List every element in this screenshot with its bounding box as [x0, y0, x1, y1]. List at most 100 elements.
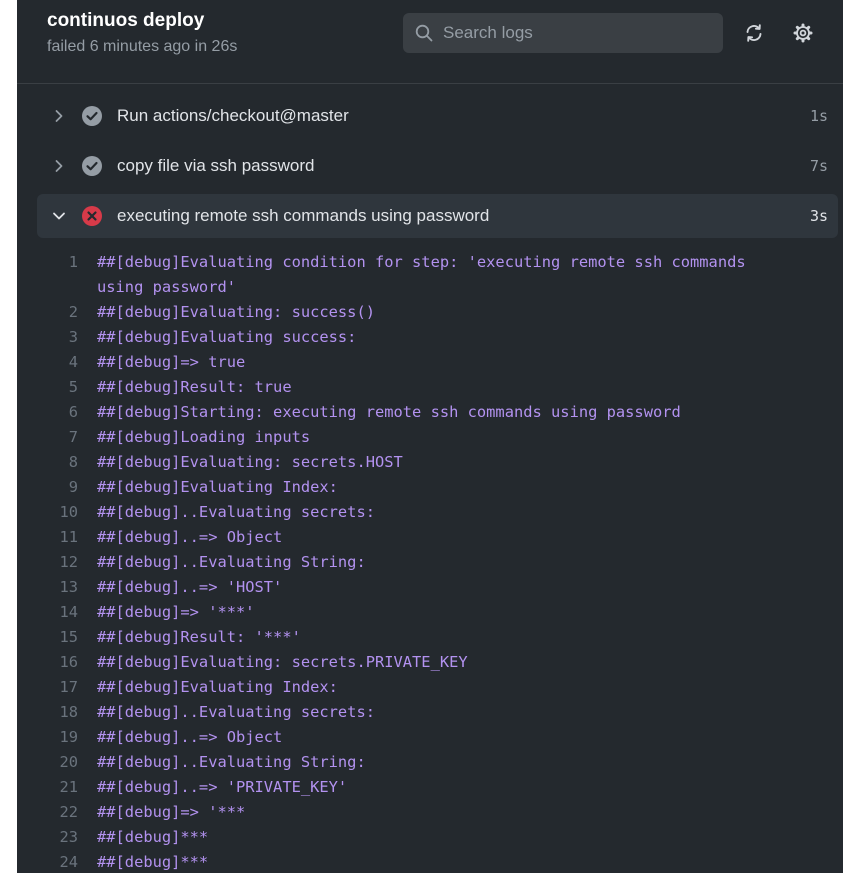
log-line: 2 ##[debug]Evaluating: success() — [17, 300, 843, 325]
step-name: copy file via ssh password — [117, 156, 315, 175]
log-line: 7 ##[debug]Loading inputs — [17, 425, 843, 450]
line-number[interactable]: 16 — [17, 650, 97, 675]
job-header: continuos deploy failed 6 minutes ago in… — [17, 0, 843, 84]
log-line: 5 ##[debug]Result: true — [17, 375, 843, 400]
line-number[interactable]: 13 — [17, 575, 97, 600]
log-text: ##[debug]..Evaluating secrets: — [97, 503, 375, 521]
log-text: ##[debug]Result: true — [97, 378, 292, 396]
log-text: ##[debug]Result: '***' — [97, 628, 301, 646]
line-number[interactable]: 1 — [17, 250, 97, 300]
log-line: 20 ##[debug]..Evaluating String: — [17, 750, 843, 775]
line-number[interactable]: 8 — [17, 450, 97, 475]
log-line: 6 ##[debug]Starting: executing remote ssh… — [17, 400, 843, 425]
log-line: 12 ##[debug]..Evaluating String: — [17, 550, 843, 575]
line-number[interactable]: 20 — [17, 750, 97, 775]
line-number[interactable]: 11 — [17, 525, 97, 550]
step-row-copy-file[interactable]: copy file via ssh password 7s — [37, 144, 838, 188]
line-number[interactable]: 3 — [17, 325, 97, 350]
log-line: 11 ##[debug]..=> Object — [17, 525, 843, 550]
log-text: ##[debug]*** — [97, 828, 209, 846]
log-text: ##[debug]=> true — [97, 353, 246, 371]
log-line: 23 ##[debug]*** — [17, 825, 843, 850]
log-text: ##[debug]Evaluating condition for step: … — [97, 253, 755, 296]
log-line: 22 ##[debug]=> '*** — [17, 800, 843, 825]
line-number[interactable]: 5 — [17, 375, 97, 400]
log-line: 16 ##[debug]Evaluating: secrets.PRIVATE_K… — [17, 650, 843, 675]
step-row-remote-ssh[interactable]: executing remote ssh commands using pass… — [37, 194, 838, 238]
refresh-icon — [746, 24, 762, 42]
log-output: 1 ##[debug]Evaluating condition for step:… — [17, 250, 843, 873]
line-number[interactable]: 23 — [17, 825, 97, 850]
log-line: 24 ##[debug]*** — [17, 850, 843, 873]
line-number[interactable]: 4 — [17, 350, 97, 375]
chevron-down-icon — [49, 211, 69, 221]
line-number[interactable]: 21 — [17, 775, 97, 800]
log-text: ##[debug]..=> Object — [97, 728, 283, 746]
check-circle-icon — [81, 105, 103, 127]
line-number[interactable]: 18 — [17, 700, 97, 725]
search-logs-box[interactable] — [403, 13, 723, 53]
log-line: 17 ##[debug]Evaluating Index: — [17, 675, 843, 700]
refresh-button[interactable] — [741, 20, 767, 46]
log-text: ##[debug]Evaluating: success() — [97, 303, 375, 321]
log-line: 14 ##[debug]=> '***' — [17, 600, 843, 625]
log-line: 1 ##[debug]Evaluating condition for step:… — [17, 250, 843, 300]
step-name: Run actions/checkout@master — [117, 106, 349, 125]
log-text: ##[debug]*** — [97, 853, 209, 871]
line-number[interactable]: 10 — [17, 500, 97, 525]
log-text: ##[debug]Evaluating Index: — [97, 678, 338, 696]
line-number[interactable]: 6 — [17, 400, 97, 425]
step-duration: 1s — [809, 107, 828, 125]
search-logs-input[interactable] — [441, 22, 723, 44]
log-line: 3 ##[debug]Evaluating success: — [17, 325, 843, 350]
line-number[interactable]: 7 — [17, 425, 97, 450]
log-text: ##[debug]..=> Object — [97, 528, 283, 546]
log-text: ##[debug]Evaluating: secrets.HOST — [97, 453, 403, 471]
job-title: continuos deploy — [47, 10, 205, 31]
log-line: 15 ##[debug]Result: '***' — [17, 625, 843, 650]
log-line: 8 ##[debug]Evaluating: secrets.HOST — [17, 450, 843, 475]
log-line: 21 ##[debug]..=> 'PRIVATE_KEY' — [17, 775, 843, 800]
step-name: executing remote ssh commands using pass… — [117, 206, 490, 225]
log-text: ##[debug]..=> 'HOST' — [97, 578, 283, 596]
step-row-checkout[interactable]: Run actions/checkout@master 1s — [37, 94, 838, 138]
log-line: 9 ##[debug]Evaluating Index: — [17, 475, 843, 500]
log-text: ##[debug]Loading inputs — [97, 428, 311, 446]
log-text: ##[debug]Starting: executing remote ssh … — [97, 403, 681, 421]
line-number[interactable]: 9 — [17, 475, 97, 500]
log-text: ##[debug]..Evaluating String: — [97, 753, 366, 771]
x-circle-icon — [81, 205, 103, 227]
chevron-right-icon — [49, 109, 69, 123]
job-status-text: failed 6 minutes ago in 26s — [47, 38, 238, 55]
log-text: ##[debug]=> '***' — [97, 603, 255, 621]
log-text: ##[debug]Evaluating success: — [97, 328, 357, 346]
line-number[interactable]: 14 — [17, 600, 97, 625]
line-number[interactable]: 15 — [17, 625, 97, 650]
line-number[interactable]: 19 — [17, 725, 97, 750]
check-circle-icon — [81, 155, 103, 177]
job-log-panel: continuos deploy failed 6 minutes ago in… — [17, 0, 843, 873]
search-icon — [415, 24, 433, 42]
log-line: 13 ##[debug]..=> 'HOST' — [17, 575, 843, 600]
log-text: ##[debug]..=> 'PRIVATE_KEY' — [97, 778, 348, 796]
line-number[interactable]: 2 — [17, 300, 97, 325]
log-text: ##[debug]..Evaluating secrets: — [97, 703, 375, 721]
log-line: 19 ##[debug]..=> Object — [17, 725, 843, 750]
log-line: 10 ##[debug]..Evaluating secrets: — [17, 500, 843, 525]
log-line: 18 ##[debug]..Evaluating secrets: — [17, 700, 843, 725]
step-duration: 3s — [809, 207, 828, 225]
line-number[interactable]: 24 — [17, 850, 97, 873]
gear-icon — [793, 23, 813, 43]
log-line: 4 ##[debug]=> true — [17, 350, 843, 375]
line-number[interactable]: 17 — [17, 675, 97, 700]
chevron-right-icon — [49, 159, 69, 173]
log-text: ##[debug]Evaluating: secrets.PRIVATE_KEY — [97, 653, 468, 671]
step-duration: 7s — [809, 157, 828, 175]
steps-list: Run actions/checkout@master 1s copy file… — [17, 84, 843, 238]
log-text: ##[debug]Evaluating Index: — [97, 478, 338, 496]
log-text: ##[debug]..Evaluating String: — [97, 553, 366, 571]
line-number[interactable]: 22 — [17, 800, 97, 825]
log-text: ##[debug]=> '*** — [97, 803, 246, 821]
settings-button[interactable] — [790, 20, 816, 46]
line-number[interactable]: 12 — [17, 550, 97, 575]
